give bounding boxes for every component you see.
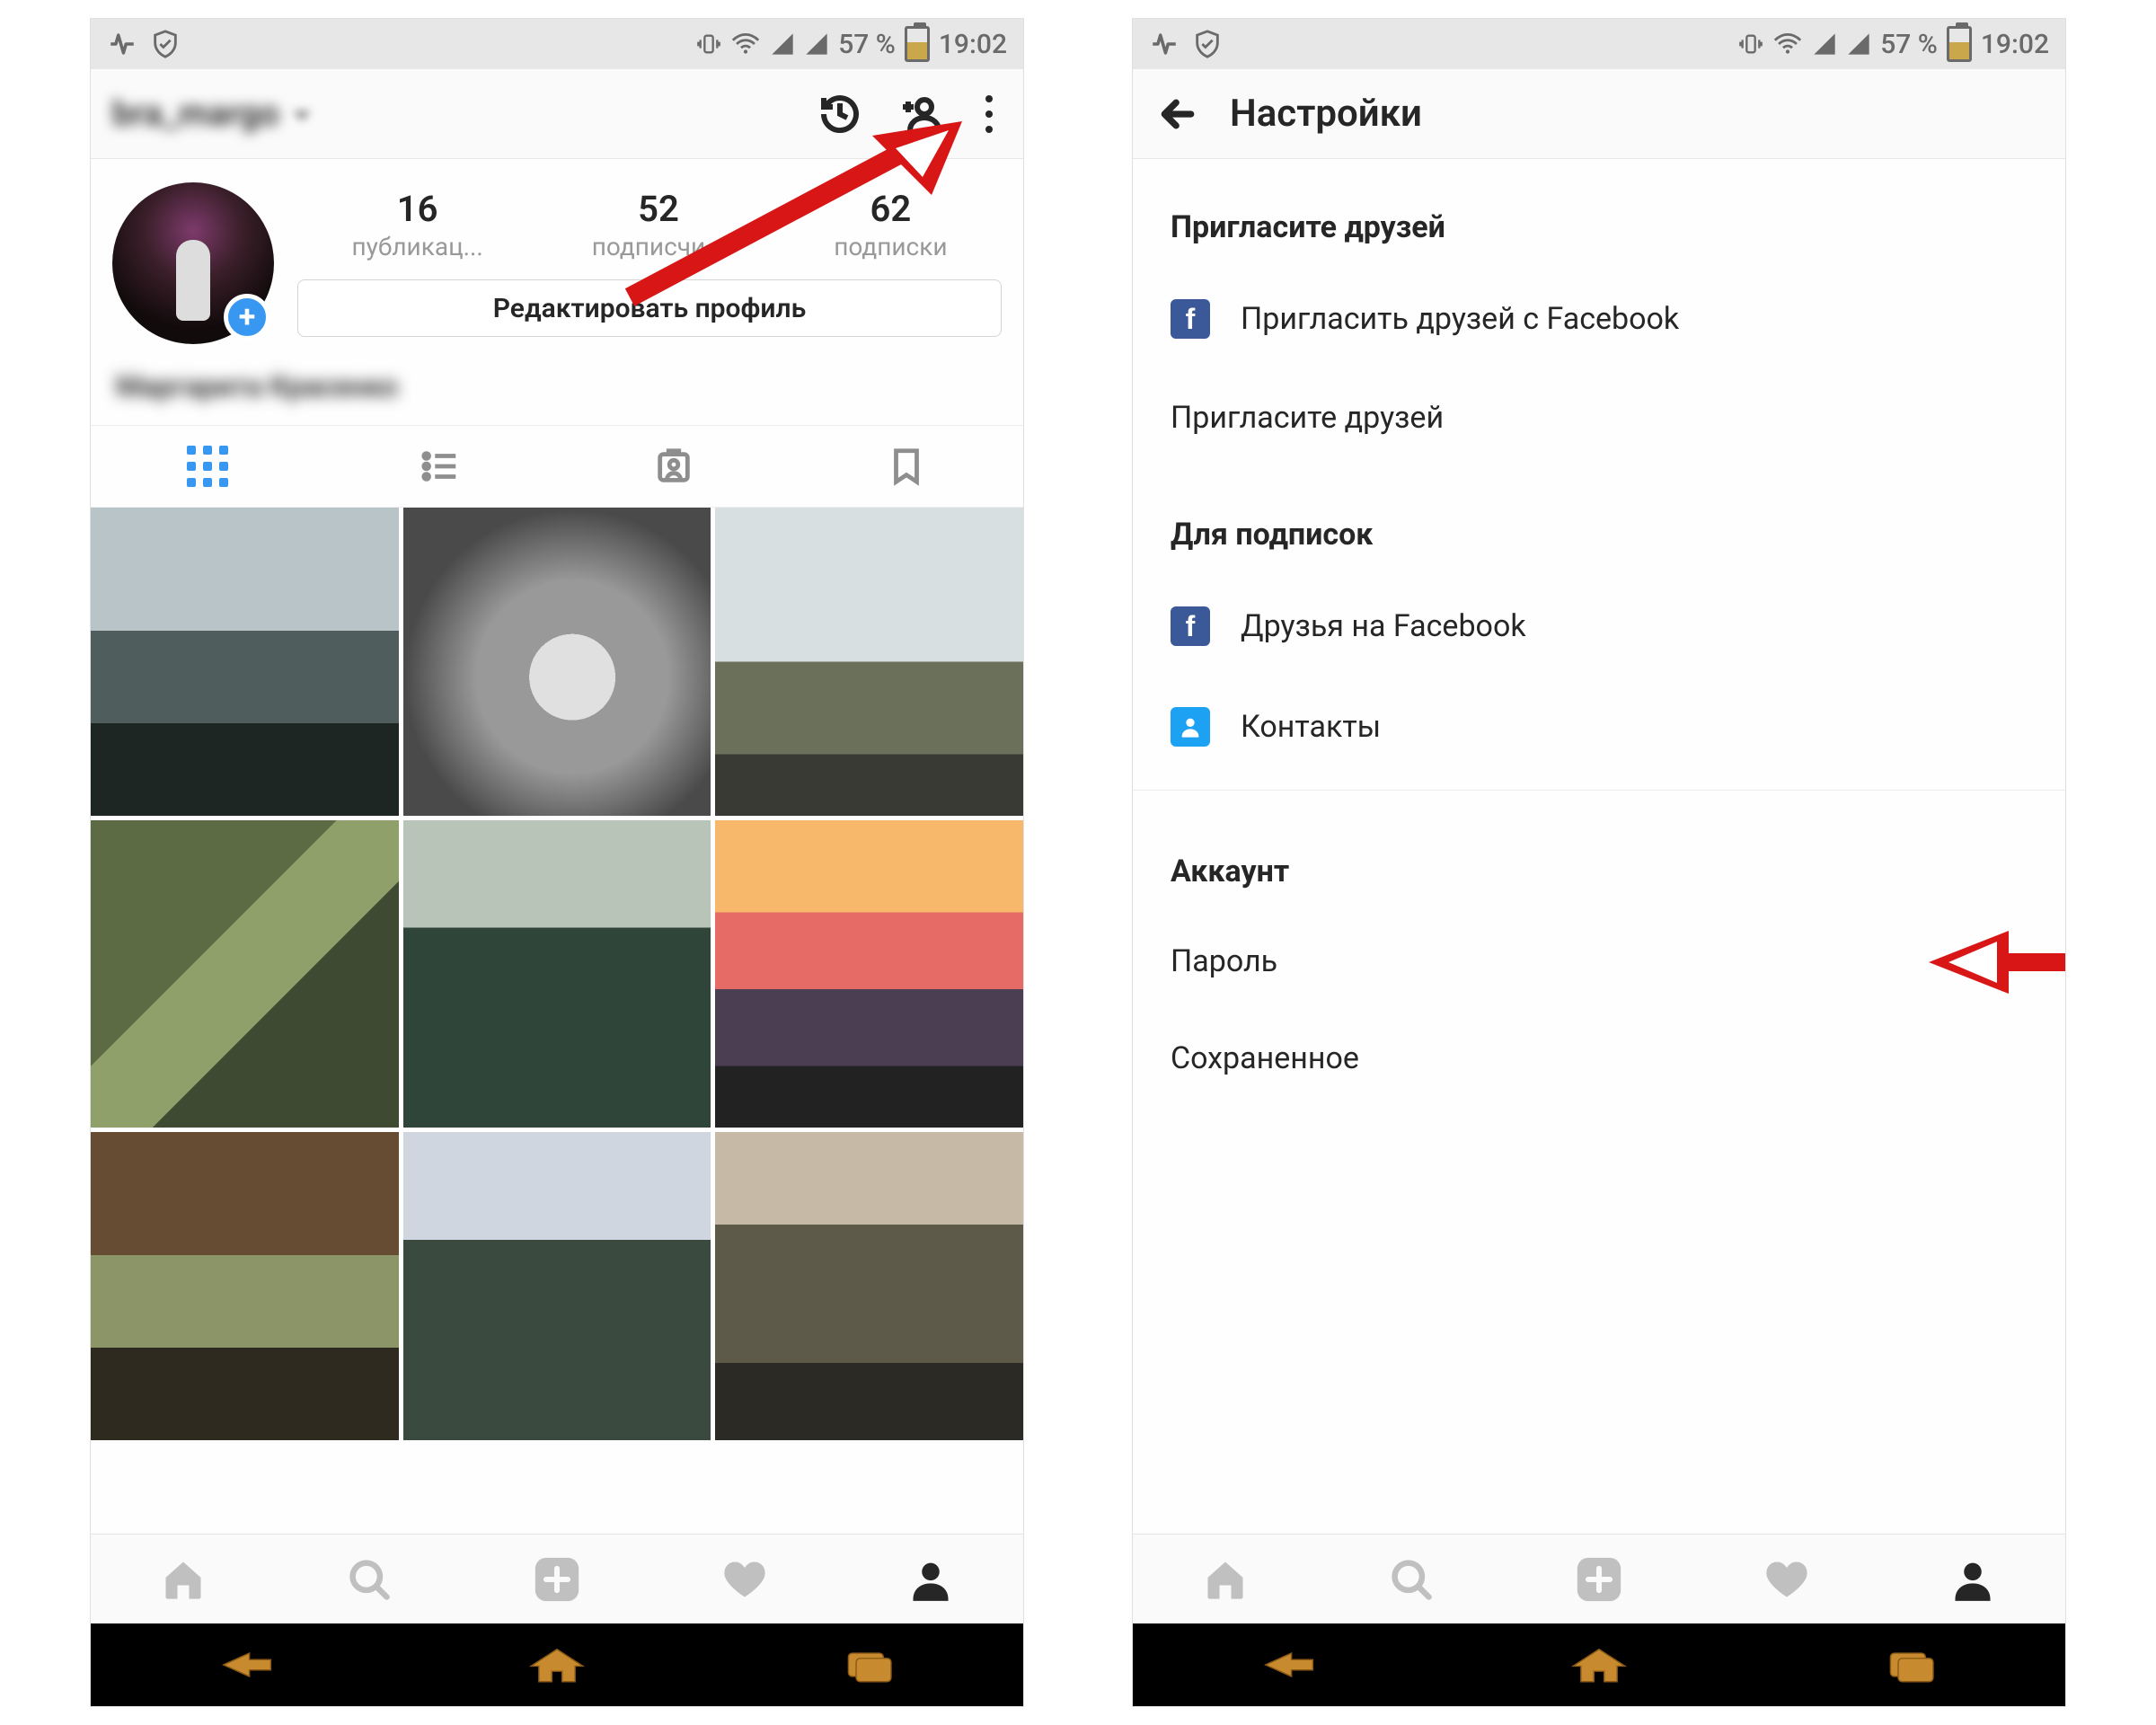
recent-apps-button[interactable]	[1878, 1638, 1942, 1692]
facebook-icon: f	[1171, 299, 1210, 339]
signal-icon-1	[1812, 31, 1837, 57]
activity-icon	[107, 29, 137, 59]
page-title: Настройки	[1230, 92, 1422, 136]
battery-percent: 57 %	[1880, 29, 1938, 60]
settings-header: Настройки	[1133, 69, 2065, 159]
home-button[interactable]	[1567, 1638, 1631, 1692]
post-thumbnail[interactable]	[715, 508, 1023, 816]
setting-contacts[interactable]: Контакты	[1133, 677, 2065, 777]
divider	[1133, 790, 2065, 791]
back-icon[interactable]	[1158, 94, 1197, 134]
tab-tagged[interactable]	[557, 426, 791, 507]
post-thumbnail[interactable]	[403, 820, 711, 1128]
profile-icon[interactable]	[1949, 1556, 1996, 1603]
setting-saved[interactable]: Сохраненное	[1133, 1010, 2065, 1107]
back-button[interactable]	[214, 1638, 278, 1692]
search-icon[interactable]	[1388, 1556, 1435, 1603]
discover-people-icon[interactable]	[897, 93, 941, 136]
list-icon	[420, 446, 461, 487]
battery-icon	[905, 26, 930, 62]
stat-posts[interactable]: 16 публикац...	[351, 188, 482, 261]
setting-invite-facebook[interactable]: f Пригласить друзей с Facebook	[1133, 269, 2065, 369]
signal-icon-2	[1846, 31, 1871, 57]
section-account: Аккаунт	[1133, 803, 2065, 913]
profile-header: bra_margo	[91, 69, 1023, 159]
android-nav-bar	[1133, 1623, 2065, 1706]
heart-icon[interactable]	[1763, 1556, 1810, 1603]
username-dropdown[interactable]: bra_margo	[112, 94, 314, 134]
heart-icon[interactable]	[721, 1556, 768, 1603]
shield-icon	[1192, 29, 1223, 59]
section-invite-friends: Пригласите друзей	[1133, 159, 2065, 269]
stat-following[interactable]: 62 подписки	[834, 188, 947, 261]
chevron-down-icon	[290, 102, 314, 126]
menu-icon[interactable]	[976, 95, 1002, 133]
settings-list: Пригласите друзей f Пригласить друзей с …	[1133, 159, 2065, 1107]
search-icon[interactable]	[346, 1556, 393, 1603]
wifi-icon	[730, 29, 761, 59]
clock-time: 19:02	[1981, 29, 2049, 60]
contacts-icon	[1171, 707, 1210, 747]
back-button[interactable]	[1256, 1638, 1321, 1692]
signal-icon-2	[804, 31, 829, 57]
archive-icon[interactable]	[818, 93, 862, 136]
grid-icon	[187, 446, 228, 487]
edit-profile-button[interactable]: Редактировать профиль	[297, 279, 1002, 337]
bottom-nav	[1133, 1534, 2065, 1623]
battery-icon	[1947, 26, 1972, 62]
post-thumbnail[interactable]	[91, 1132, 399, 1440]
phone-screen-settings: 57 % 19:02 Настройки Пригласите друзей f…	[1132, 18, 2066, 1707]
add-story-badge[interactable]: +	[224, 294, 270, 341]
tab-saved[interactable]	[791, 426, 1024, 507]
home-button[interactable]	[525, 1638, 589, 1692]
post-thumbnail[interactable]	[715, 1132, 1023, 1440]
setting-invite-friends[interactable]: Пригласите друзей	[1133, 369, 2065, 466]
home-icon[interactable]	[1202, 1556, 1249, 1603]
profile-tabs	[91, 425, 1023, 508]
post-thumbnail[interactable]	[403, 1132, 711, 1440]
post-thumbnail[interactable]	[91, 508, 399, 816]
posts-grid	[91, 508, 1023, 1440]
profile-summary: + 16 публикац... 52 подписчи... 62 подпи…	[91, 159, 1023, 353]
username-text: bra_margo	[112, 94, 279, 134]
post-thumbnail[interactable]	[403, 508, 711, 816]
phone-screen-profile: 57 % 19:02 bra_margo + 16 публикац...	[90, 18, 1024, 1707]
facebook-icon: f	[1171, 606, 1210, 646]
activity-icon	[1149, 29, 1180, 59]
bottom-nav	[91, 1534, 1023, 1623]
tab-list[interactable]	[324, 426, 558, 507]
bookmark-icon	[886, 446, 927, 487]
recent-apps-button[interactable]	[835, 1638, 900, 1692]
section-follow: Для подписок	[1133, 466, 2065, 576]
signal-icon-1	[770, 31, 795, 57]
setting-facebook-friends[interactable]: f Друзья на Facebook	[1133, 576, 2065, 677]
android-status-bar: 57 % 19:02	[91, 19, 1023, 69]
profile-icon[interactable]	[907, 1556, 954, 1603]
profile-avatar[interactable]: +	[112, 182, 274, 344]
shield-icon	[150, 29, 181, 59]
new-post-icon[interactable]	[1573, 1553, 1625, 1606]
clock-time: 19:02	[939, 29, 1007, 60]
post-thumbnail[interactable]	[715, 820, 1023, 1128]
vibrate-icon	[696, 31, 721, 57]
android-nav-bar	[91, 1623, 1023, 1706]
post-thumbnail[interactable]	[91, 820, 399, 1128]
vibrate-icon	[1738, 31, 1763, 57]
display-name: Маргарита Красенко	[91, 353, 1023, 425]
android-status-bar: 57 % 19:02	[1133, 19, 2065, 69]
tab-grid[interactable]	[91, 426, 324, 507]
new-post-icon[interactable]	[531, 1553, 583, 1606]
battery-percent: 57 %	[838, 29, 896, 60]
setting-password[interactable]: Пароль	[1133, 913, 2065, 1010]
tagged-icon	[653, 446, 694, 487]
stat-followers[interactable]: 52 подписчи...	[592, 188, 726, 261]
wifi-icon	[1772, 29, 1803, 59]
home-icon[interactable]	[160, 1556, 207, 1603]
